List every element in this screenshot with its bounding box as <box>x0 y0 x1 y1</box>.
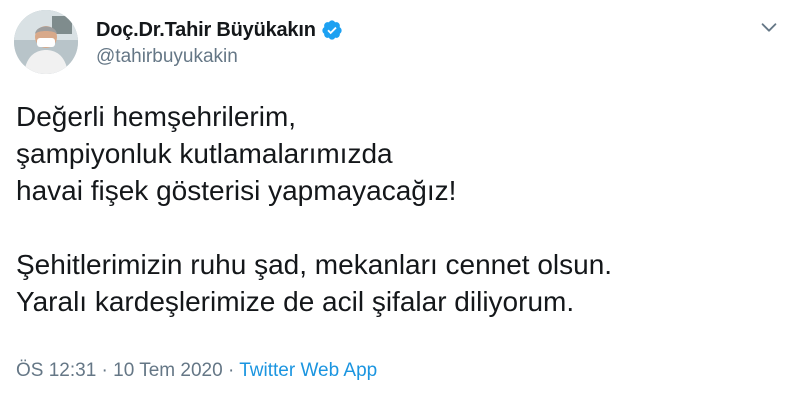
meta-separator: · <box>96 360 114 381</box>
verified-badge-icon <box>321 19 343 41</box>
meta-separator: · <box>222 360 240 381</box>
author-handle[interactable]: @tahirbuyukakin <box>96 46 343 68</box>
avatar[interactable] <box>14 10 78 74</box>
avatar-photo <box>14 10 78 74</box>
author-name-row: Doç.Dr.Tahir Büyükakın <box>96 16 343 44</box>
tweet-meta: ÖS 12:31 · 10 Tem 2020 · Twitter Web App <box>16 360 377 382</box>
tweet-card: Doç.Dr.Tahir Büyükakın @tahirbuyukakin D… <box>0 0 800 405</box>
tweet-text: Değerli hemşehrilerim, şampiyonluk kutla… <box>16 98 776 320</box>
tweet-date[interactable]: 10 Tem 2020 <box>113 360 223 381</box>
tweet-line: havai fişek gösterisi yapmayacağız! <box>16 175 457 206</box>
tweet-line: Yaralı kardeşlerimize de acil şifalar di… <box>16 286 575 317</box>
tweet-time[interactable]: ÖS 12:31 <box>16 360 96 381</box>
tweet-line: şampiyonluk kutlamalarımızda <box>16 138 393 169</box>
author-block: Doç.Dr.Tahir Büyükakın @tahirbuyukakin <box>96 16 343 68</box>
author-display-name[interactable]: Doç.Dr.Tahir Büyükakın <box>96 19 316 42</box>
tweet-line: Şehitlerimizin ruhu şad, mekanları cenne… <box>16 249 613 280</box>
chevron-down-icon[interactable] <box>758 16 780 38</box>
tweet-line: Değerli hemşehrilerim, <box>16 101 297 132</box>
tweet-source-link[interactable]: Twitter Web App <box>239 360 377 381</box>
